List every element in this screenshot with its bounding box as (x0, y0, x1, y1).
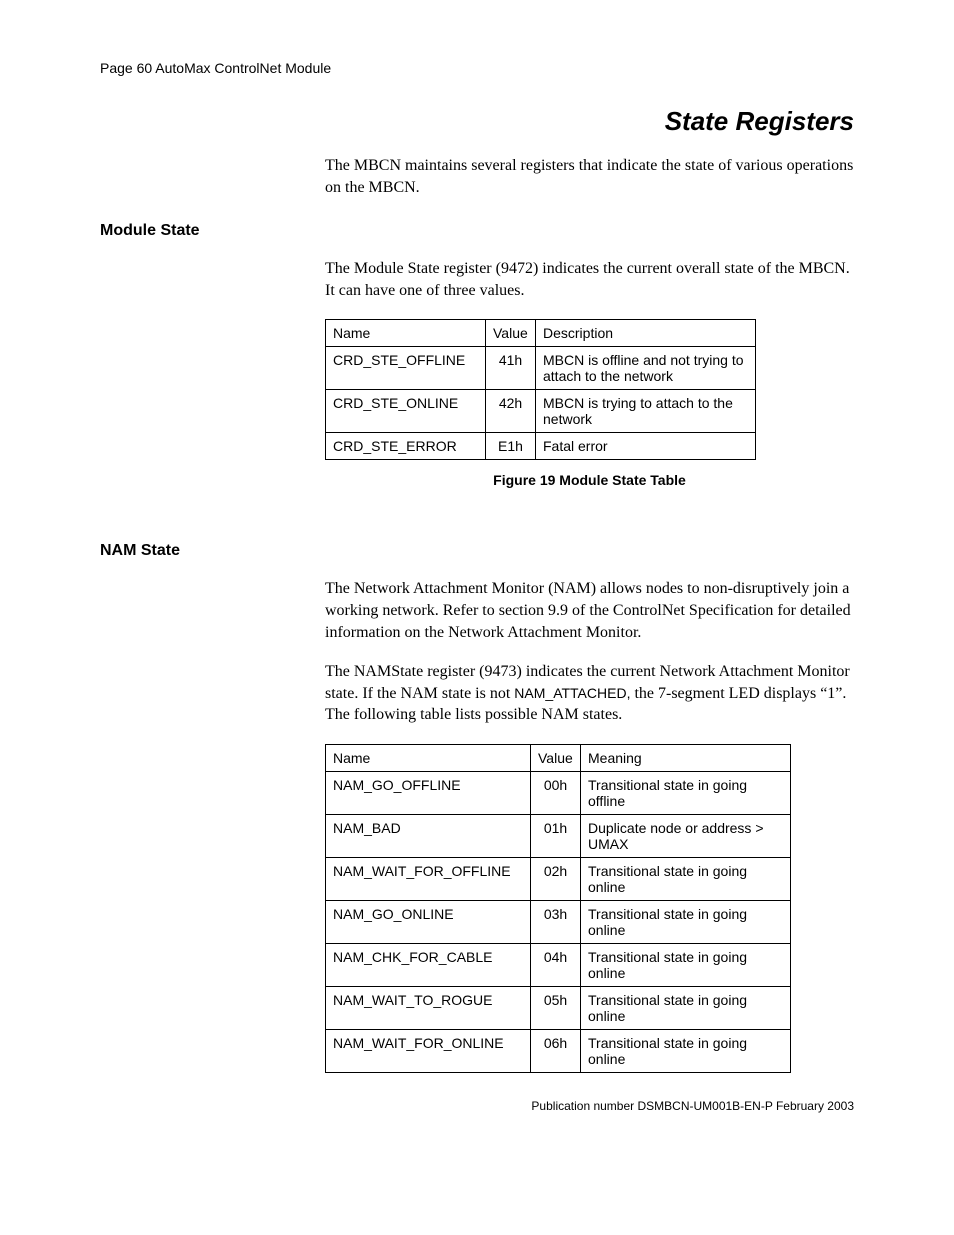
cell-value: E1h (486, 433, 536, 460)
table-row: CRD_STE_OFFLINE 41h MBCN is offline and … (326, 347, 756, 390)
cell-name: NAM_GO_OFFLINE (326, 771, 531, 814)
nam-state-table: Name Value Meaning NAM_GO_OFFLINE 00h Tr… (325, 744, 791, 1073)
cell-value: 04h (531, 943, 581, 986)
cell-desc: Transitional state in going online (581, 1029, 791, 1072)
col-desc: Description (536, 320, 756, 347)
table-row: NAM_CHK_FOR_CABLE 04h Transitional state… (326, 943, 791, 986)
cell-name: CRD_STE_OFFLINE (326, 347, 486, 390)
cell-name: CRD_STE_ONLINE (326, 390, 486, 433)
cell-name: NAM_GO_ONLINE (326, 900, 531, 943)
module-state-table: Name Value Description CRD_STE_OFFLINE 4… (325, 319, 756, 460)
cell-name: CRD_STE_ERROR (326, 433, 486, 460)
nam-state-paragraph-1: The Network Attachment Monitor (NAM) all… (325, 578, 854, 643)
cell-value: 05h (531, 986, 581, 1029)
table-row: NAM_WAIT_FOR_OFFLINE 02h Transitional st… (326, 857, 791, 900)
cell-desc: MBCN is offline and not trying to attach… (536, 347, 756, 390)
cell-value: 03h (531, 900, 581, 943)
figure-caption: Figure 19 Module State Table (325, 472, 854, 488)
table-row: NAM_WAIT_FOR_ONLINE 06h Transitional sta… (326, 1029, 791, 1072)
cell-desc: MBCN is trying to attach to the network (536, 390, 756, 433)
page-title: State Registers (100, 106, 854, 137)
cell-desc: Transitional state in going online (581, 857, 791, 900)
cell-name: NAM_CHK_FOR_CABLE (326, 943, 531, 986)
table-row: NAM_WAIT_TO_ROGUE 05h Transitional state… (326, 986, 791, 1029)
cell-desc: Transitional state in going online (581, 943, 791, 986)
cell-desc: Duplicate node or address > UMAX (581, 814, 791, 857)
nam-attached-code: NAM_ATTACHED, (514, 685, 630, 701)
nam-state-paragraph-2: The NAMState register (9473) indicates t… (325, 661, 854, 726)
col-meaning: Meaning (581, 744, 791, 771)
cell-value: 02h (531, 857, 581, 900)
cell-value: 41h (486, 347, 536, 390)
section-heading-module-state: Module State (100, 222, 854, 240)
cell-value: 42h (486, 390, 536, 433)
cell-name: NAM_WAIT_FOR_ONLINE (326, 1029, 531, 1072)
intro-paragraph: The MBCN maintains several registers tha… (325, 155, 854, 198)
cell-value: 06h (531, 1029, 581, 1072)
table-row: NAM_GO_ONLINE 03h Transitional state in … (326, 900, 791, 943)
section-heading-nam-state: NAM State (100, 542, 854, 560)
col-value: Value (531, 744, 581, 771)
table-row: NAM_BAD 01h Duplicate node or address > … (326, 814, 791, 857)
col-value: Value (486, 320, 536, 347)
cell-name: NAM_WAIT_FOR_OFFLINE (326, 857, 531, 900)
table-row: CRD_STE_ONLINE 42h MBCN is trying to att… (326, 390, 756, 433)
table-header-row: Name Value Meaning (326, 744, 791, 771)
nam-state-table-wrap: Name Value Meaning NAM_GO_OFFLINE 00h Tr… (325, 744, 854, 1073)
table-row: NAM_GO_OFFLINE 00h Transitional state in… (326, 771, 791, 814)
col-name: Name (326, 744, 531, 771)
cell-desc: Transitional state in going online (581, 900, 791, 943)
publication-footer: Publication number DSMBCN-UM001B-EN-P Fe… (100, 1099, 854, 1113)
cell-desc: Transitional state in going offline (581, 771, 791, 814)
module-state-table-wrap: Name Value Description CRD_STE_OFFLINE 4… (325, 319, 854, 460)
cell-desc: Fatal error (536, 433, 756, 460)
cell-name: NAM_BAD (326, 814, 531, 857)
page-header: Page 60 AutoMax ControlNet Module (100, 60, 854, 76)
cell-value: 01h (531, 814, 581, 857)
col-name: Name (326, 320, 486, 347)
cell-value: 00h (531, 771, 581, 814)
cell-desc: Transitional state in going online (581, 986, 791, 1029)
table-header-row: Name Value Description (326, 320, 756, 347)
table-row: CRD_STE_ERROR E1h Fatal error (326, 433, 756, 460)
page: Page 60 AutoMax ControlNet Module State … (0, 0, 954, 1173)
module-state-paragraph: The Module State register (9472) indicat… (325, 258, 854, 301)
cell-name: NAM_WAIT_TO_ROGUE (326, 986, 531, 1029)
